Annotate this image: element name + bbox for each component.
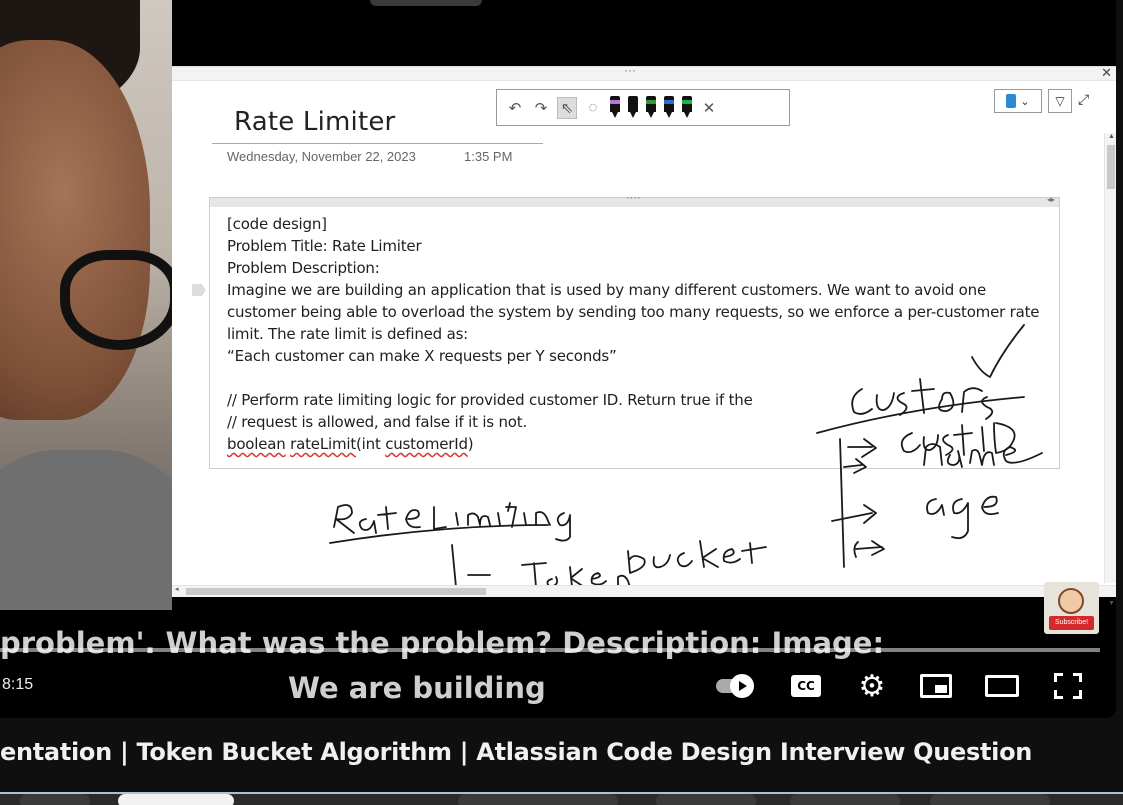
webcam-feed [0,0,172,610]
more-dots-icon[interactable]: ··· [624,63,636,77]
scroll-up-icon[interactable]: ▲ [1108,133,1115,140]
container-drag-icon[interactable]: ···· [626,192,641,204]
settings-button[interactable]: ⚙ [852,668,892,704]
captions-button[interactable]: CC [786,668,826,704]
select-pointer-icon[interactable]: ⇖ [557,96,577,119]
chip[interactable] [656,794,756,805]
note-line: // Perform rate limiting logic for provi… [227,391,753,409]
video-top-area [172,0,1116,66]
pen-blue-icon[interactable] [663,95,675,120]
note-line: // request is allowed, and false if it i… [227,413,528,431]
onenote-window: ··· ✕ ↶ ↷ ⇖ ◌ ✕ ⌄ ▽ ⤢ Rate Limiter Wedne… [172,63,1116,607]
chevron-down-icon: ⌄ [1020,95,1030,108]
video-title[interactable]: entation | Token Bucket Algorithm | Atla… [0,738,1032,766]
miniplayer-icon [920,674,952,698]
code-signature: boolean rateLimit(int customerId) [227,433,1057,455]
drawing-toolbar: ↶ ↷ ⇖ ◌ ✕ [496,89,790,126]
resize-icon[interactable]: ◂▸ [1047,195,1055,204]
code-word: boolean [227,435,286,453]
autoplay-track [716,674,754,698]
gear-icon: ⚙ [858,669,886,703]
code-word: customerId [385,435,468,453]
progress-bar[interactable] [0,648,1100,652]
autoplay-toggle[interactable] [714,668,754,704]
redo-icon[interactable]: ↷ [531,97,551,119]
cc-icon: CC [791,675,821,697]
code-word: (int [356,435,386,453]
fullscreen-button[interactable] [1048,668,1088,704]
note-line: Imagine we are building an application t… [227,281,1040,343]
miniplayer-button[interactable] [916,668,956,704]
webcam-glasses [60,250,172,350]
progress-played [0,648,1100,652]
vertical-scrollbar[interactable]: ▲ ▼ [1104,133,1116,607]
code-word: rateLimit [290,435,357,453]
webcam-shirt [0,450,172,610]
drag-handle[interactable] [370,0,482,6]
paragraph-handle[interactable] [192,284,206,296]
chip-bar [0,792,1123,805]
fullscreen-icon [1054,673,1082,699]
scroll-left-icon[interactable]: ◂ [175,585,179,593]
note-line: Problem Title: Rate Limiter [227,237,422,255]
avatar [1058,588,1084,614]
ink-arrow-last [855,540,885,556]
play-icon [730,674,754,698]
webcam-face [0,40,150,420]
caption-line-1: problem'. What was the problem? Descript… [0,626,885,660]
notebook-icon [1006,94,1017,108]
chip[interactable] [20,794,90,805]
current-time: 8:15 [2,676,34,693]
horizontal-scroll-thumb[interactable] [186,588,486,595]
note-line: Problem Description: [227,259,380,277]
ink-arrow-age [831,504,877,524]
ink-underline-rate [329,524,549,544]
undo-icon[interactable]: ↶ [505,97,525,119]
subscribe-watermark[interactable]: Subscribe! [1044,582,1099,634]
note-text[interactable]: [code design] Problem Title: Rate Limite… [227,213,1057,455]
note-line: [code design] [227,215,327,233]
ink-limiting [433,502,571,542]
theater-mode-button[interactable] [982,668,1022,704]
subscribe-badge: Subscribe! [1049,616,1094,630]
page-time: 1:35 PM [464,149,513,164]
ink-token-bucket [467,540,767,588]
code-word: ) [467,435,474,453]
chip[interactable] [930,794,1050,805]
vertical-scroll-thumb[interactable] [1107,145,1115,189]
window-title-bar[interactable]: ··· ✕ [172,63,1116,81]
note-line [227,367,1057,389]
horizontal-scrollbar[interactable]: ◂ [172,585,1116,597]
chip[interactable] [790,794,900,805]
note-container[interactable]: ···· ◂▸ [code design] Problem Title: Rat… [209,192,1060,469]
caption-line-2: We are building [288,671,546,705]
chip-active[interactable] [118,794,234,805]
pen-purple-icon[interactable] [609,95,621,120]
note-line: “Each customer can make X requests per Y… [227,347,617,365]
page-title[interactable]: Rate Limiter [234,107,395,137]
highlighter-green-icon[interactable] [681,95,693,120]
page-date: Wednesday, November 22, 2023 [227,149,416,164]
video-player[interactable]: ··· ✕ ↶ ↷ ⇖ ◌ ✕ ⌄ ▽ ⤢ Rate Limiter Wedne… [0,0,1116,718]
ink-rate [333,504,421,534]
expand-icon[interactable]: ⤢ [1078,91,1089,108]
ink-tree-rate [451,544,457,588]
theater-icon [985,675,1019,697]
filter-icon[interactable]: ▽ [1048,89,1072,113]
chip[interactable] [458,794,618,805]
pen-green-icon[interactable] [645,95,657,120]
ink-age [926,495,999,540]
toolbar-close-icon[interactable]: ✕ [699,97,719,119]
title-underline [212,143,543,144]
scroll-down-icon[interactable]: ▼ [1108,600,1115,607]
notebook-dropdown-button[interactable]: ⌄ [994,89,1042,113]
close-icon[interactable]: ✕ [1101,65,1112,81]
ink-bracket-last [853,541,859,558]
lasso-icon[interactable]: ◌ [583,97,603,119]
container-handle-bar[interactable]: ···· ◂▸ [210,192,1059,207]
pen-black-icon[interactable] [627,95,639,120]
